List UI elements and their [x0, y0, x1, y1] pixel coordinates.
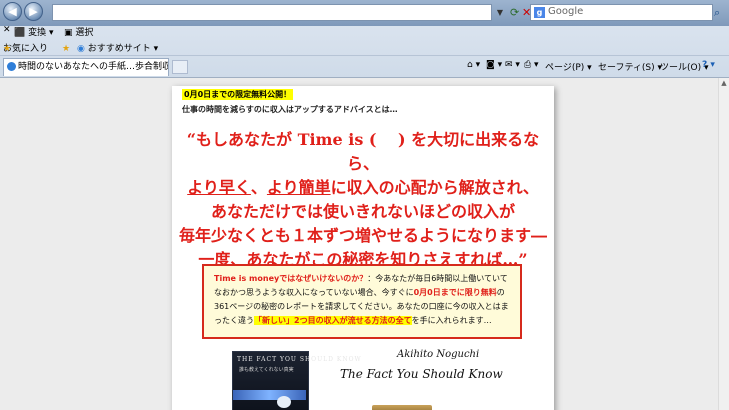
web-page: 0月0日までの限定無料公開！ 仕事の時間を減らすのに収入はアップするアドバイスと… — [0, 78, 718, 410]
headline-line-1: “もしあなたが Time is ( ) を大切に出来るなら、 — [186, 130, 540, 173]
page-subtitle: 仕事の時間を減らすのに収入はアップするアドバイスとは… — [182, 105, 398, 114]
help-icon[interactable]: ? ▾ — [702, 60, 715, 70]
sales-letter: 0月0日までの限定無料公開！ 仕事の時間を減らすのに収入はアップするアドバイスと… — [172, 86, 554, 410]
headline-line-4: 毎年少なくとも１本ずつ増やせるようになります― — [178, 226, 547, 245]
rss-icon[interactable]: ◙ ▾ — [486, 60, 502, 70]
headline-line-2: より早く、より簡単に収入の心配から解放され、 — [187, 178, 539, 197]
book-cover-image: THE FACT YOU SHOULD KNOW 誰も教えてくれない真実 — [232, 351, 361, 410]
main-headline: “もしあなたが Time is ( ) を大切に出来るなら、 より早く、より簡単… — [172, 128, 554, 272]
favorites-bar: ★ お気に入り ★ ◉ おすすめサイト ▾ — [0, 38, 729, 54]
gold-stack-image — [372, 405, 432, 410]
page-menu[interactable]: ページ(P) ▾ — [545, 60, 592, 73]
search-input[interactable]: g Google — [530, 4, 713, 21]
search-icon[interactable]: ⌕ — [714, 4, 728, 21]
book-subtitle: 誰も教えてくれない真実 — [239, 367, 294, 373]
product-signature: The Fact You Should Know — [340, 367, 503, 381]
print-icon[interactable]: ⎙ ▾ — [524, 60, 539, 70]
command-menu-row: ✕ ⬛ 変換 ▾ ▣ 選択 — [0, 24, 729, 38]
browser-chrome: ◀ ▶ ▼ ⟳ ✕ g Google ⌕ ✕ ⬛ 変換 ▾ ▣ 選択 ★ お気に… — [0, 0, 729, 77]
convert-menu[interactable]: ⬛ 変換 ▾ — [14, 25, 53, 38]
vertical-scrollbar[interactable]: ▲ — [718, 78, 729, 410]
close-icon[interactable]: ✕ — [3, 25, 11, 35]
forward-button[interactable]: ▶ — [24, 2, 43, 21]
address-input[interactable] — [52, 4, 492, 21]
limited-offer-banner: 0月0日までの限定無料公開！ — [182, 89, 294, 100]
address-bar-row: ◀ ▶ ▼ ⟳ ✕ g Google ⌕ — [0, 0, 729, 26]
second-income-highlight: 「新しい」2つ目の収入が流せる方法の全て — [254, 316, 412, 325]
google-icon: g — [534, 7, 545, 18]
tab-bar: 時間のないあなたへの手紙…歩合制収入源とは？ ⌂ ▾ ◙ ▾ ✉ ▾ ⎙ ▾ ペ… — [0, 55, 729, 77]
headline-line-3: あなただけでは使いきれないほどの収入が — [210, 202, 515, 221]
offer-box: Time is moneyではなぜいけないのか？：今あなたが毎日6時間以上働いて… — [202, 264, 522, 339]
author-signature: Akihito Noguchi — [397, 349, 480, 360]
mail-icon[interactable]: ✉ ▾ — [505, 60, 520, 70]
refresh-icon[interactable]: ⟳ — [510, 4, 522, 21]
favorites-button[interactable]: ★ お気に入り — [3, 41, 48, 54]
home-icon[interactable]: ⌂ ▾ — [467, 60, 480, 70]
ie-icon — [7, 62, 16, 71]
new-tab-button[interactable] — [172, 60, 188, 74]
scroll-up-icon[interactable]: ▲ — [719, 78, 729, 89]
tab-title: 時間のないあなたへの手紙…歩合制収入源とは？ — [18, 62, 168, 72]
free-until-text: 0月0日までに限り無料 — [413, 288, 497, 297]
safety-menu[interactable]: セーフティ(S) ▾ — [598, 60, 662, 73]
book-title: THE FACT YOU SHOULD KNOW — [237, 356, 362, 363]
back-button[interactable]: ◀ — [3, 2, 22, 21]
address-dropdown-icon[interactable]: ▼ — [494, 4, 506, 21]
offer-question: Time is moneyではなぜいけないのか？ — [214, 274, 368, 283]
star-icon: ★ — [3, 44, 12, 54]
suggested-sites-link[interactable]: ◉ おすすめサイト ▾ — [77, 41, 158, 54]
select-menu[interactable]: ▣ 選択 — [64, 25, 93, 38]
tab-active[interactable]: 時間のないあなたへの手紙…歩合制収入源とは？ — [3, 58, 169, 76]
search-placeholder: Google — [548, 6, 584, 17]
